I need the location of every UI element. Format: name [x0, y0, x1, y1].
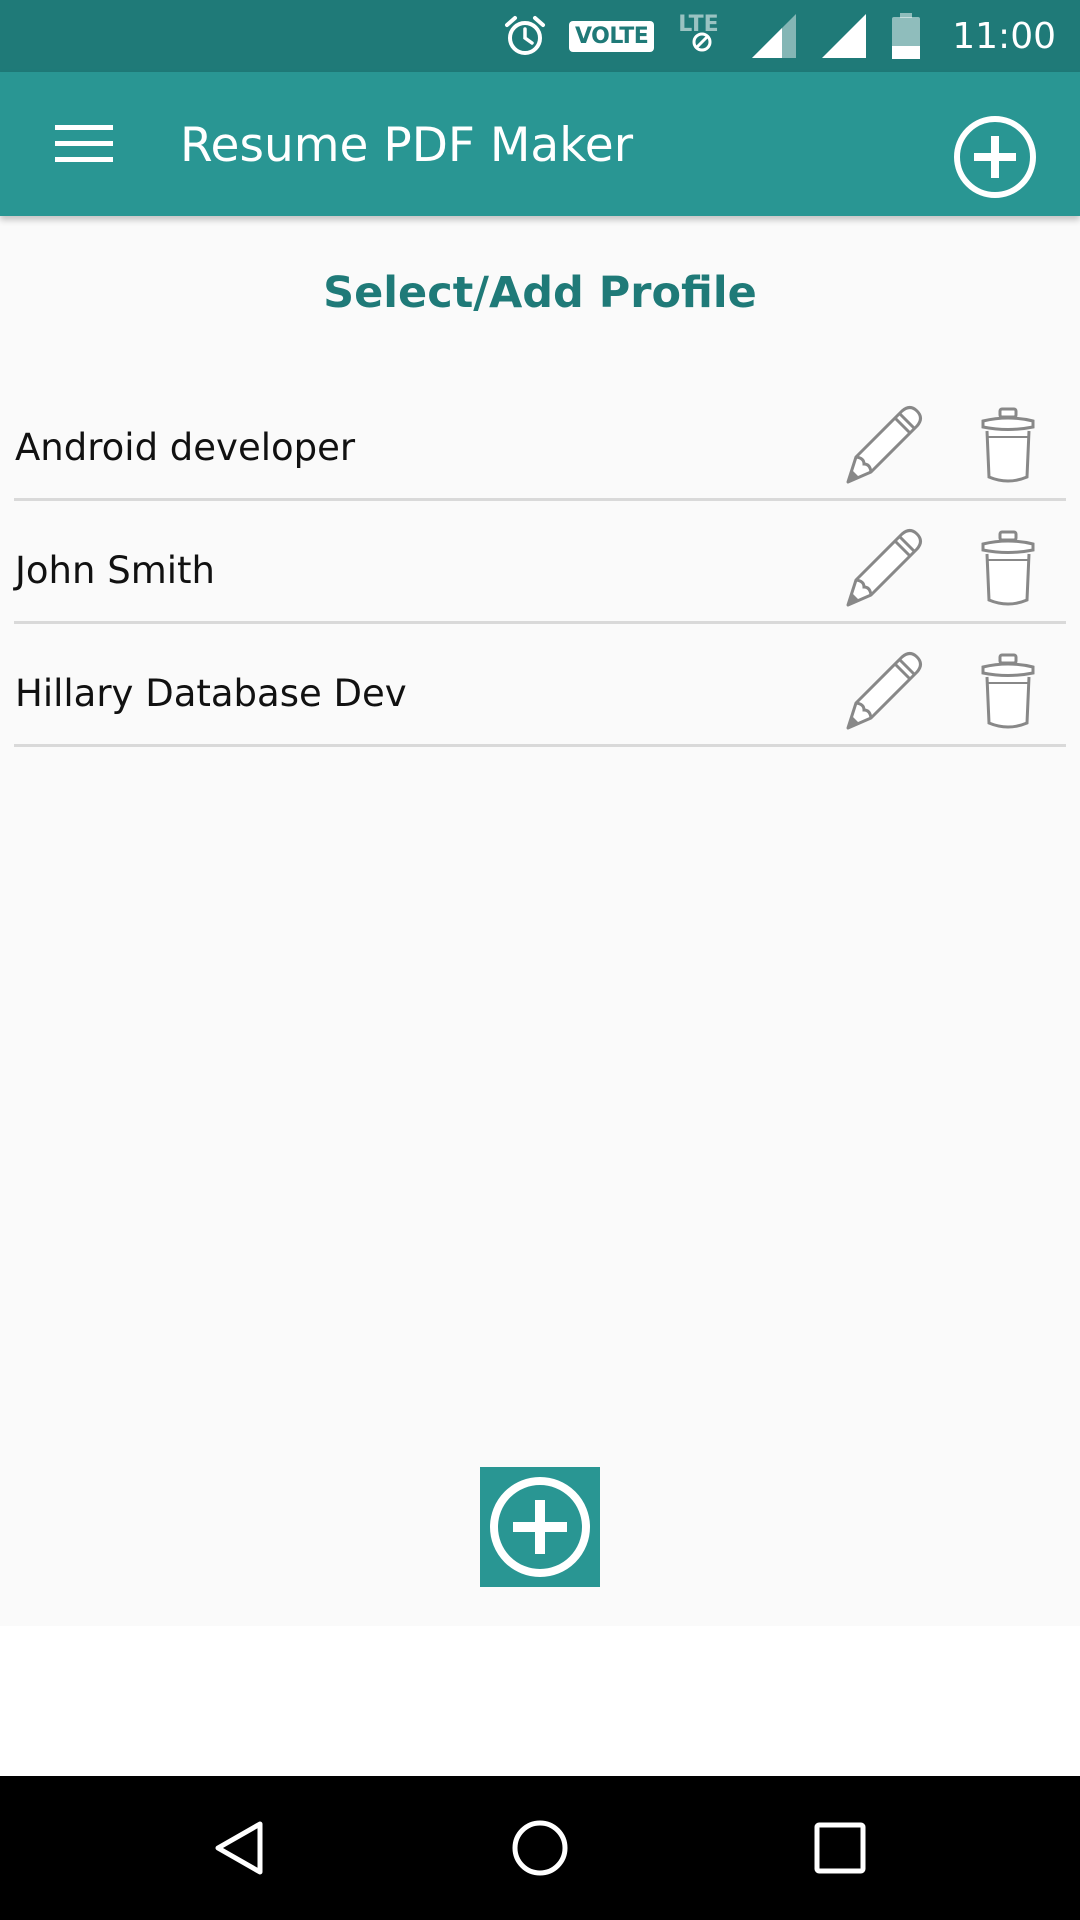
pencil-icon: [846, 406, 922, 484]
edit-profile-button[interactable]: [838, 400, 928, 490]
trash-icon: [981, 530, 1035, 606]
profile-name: Hillary Database Dev: [15, 672, 407, 715]
profile-row[interactable]: Android developer: [14, 378, 1066, 501]
menu-button[interactable]: [40, 114, 128, 174]
recents-button[interactable]: [800, 1808, 880, 1888]
home-button[interactable]: [500, 1808, 580, 1888]
volte-badge: VOLTE: [568, 20, 655, 52]
add-circle-icon: [954, 116, 1036, 198]
profile-row[interactable]: Hillary Database Dev: [14, 624, 1066, 747]
lte-icon: LTE: [676, 12, 728, 60]
delete-profile-button[interactable]: [968, 400, 1048, 490]
hamburger-menu-icon: [55, 125, 113, 162]
app-bar: Resume PDF Maker: [0, 72, 1080, 216]
app-title: Resume PDF Maker: [180, 118, 634, 173]
delete-profile-button[interactable]: [968, 646, 1048, 736]
add-profile-button[interactable]: [480, 1467, 600, 1587]
profile-name: John Smith: [15, 549, 215, 592]
edit-profile-button[interactable]: [838, 646, 928, 736]
back-icon: [215, 1821, 263, 1875]
alarm-icon: [503, 14, 547, 58]
trash-icon: [981, 407, 1035, 483]
delete-profile-button[interactable]: [968, 523, 1048, 613]
main-content: Select/Add Profile Android developer Joh…: [0, 216, 1080, 1626]
add-circle-icon: [490, 1477, 590, 1577]
trash-icon: [981, 653, 1035, 729]
status-bar: VOLTE LTE 11:00: [0, 0, 1080, 72]
signal-icon: [750, 12, 798, 60]
battery-icon: [890, 12, 922, 60]
add-profile-header-button[interactable]: [950, 112, 1040, 202]
pencil-icon: [846, 652, 922, 730]
status-time: 11:00: [952, 15, 1056, 57]
back-button[interactable]: [200, 1808, 280, 1888]
pencil-icon: [846, 529, 922, 607]
section-title: Select/Add Profile: [323, 268, 757, 318]
edit-profile-button[interactable]: [838, 523, 928, 613]
home-icon: [512, 1820, 568, 1876]
profile-name: Android developer: [15, 426, 356, 469]
signal-icon: [820, 12, 868, 60]
navigation-bar: [0, 1776, 1080, 1920]
profile-list: Android developer John Smith Hillary Dat…: [14, 378, 1066, 747]
recents-icon: [814, 1822, 866, 1874]
profile-row[interactable]: John Smith: [14, 501, 1066, 624]
